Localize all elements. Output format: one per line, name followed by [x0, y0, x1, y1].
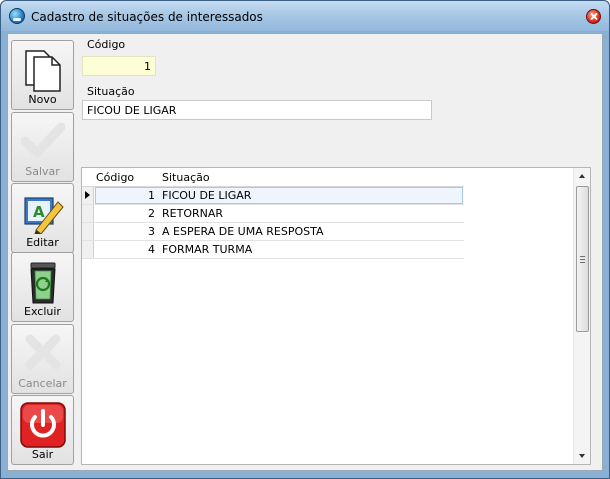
scroll-up-arrow-icon[interactable] — [574, 168, 591, 185]
app-globe-icon — [9, 8, 25, 24]
power-icon — [19, 402, 66, 448]
scrollbar-thumb[interactable] — [576, 186, 589, 332]
table-row[interactable]: 2 RETORNAR — [82, 205, 464, 223]
situacao-label: Situação — [87, 85, 135, 98]
table-row[interactable]: 4 FORMAR TURMA — [82, 241, 464, 259]
close-icon[interactable] — [586, 9, 601, 24]
situacoes-grid[interactable]: Código Situação 1 FICOU DE LIGAR 2 RETOR… — [81, 167, 591, 465]
grid-header: Código Situação — [82, 168, 464, 187]
codigo-field[interactable]: 1 — [82, 56, 156, 76]
scroll-down-arrow-icon[interactable] — [574, 447, 591, 464]
client-area: Novo Salvar A Editar Excluir Cancelar Sa… — [7, 33, 603, 471]
recycle-bin-icon — [29, 262, 56, 304]
salvar-label: Salvar — [25, 165, 60, 178]
novo-button[interactable]: Novo — [11, 40, 74, 110]
new-document-icon — [24, 50, 61, 92]
window-title: Cadastro de situações de interessados — [31, 10, 263, 24]
sair-button[interactable]: Sair — [11, 395, 74, 465]
cancelar-label: Cancelar — [18, 377, 67, 390]
row-codigo: 4 — [148, 243, 155, 256]
row-situacao: FICOU DE LIGAR — [162, 189, 252, 202]
svg-text:A: A — [33, 203, 45, 221]
cancel-x-icon — [25, 334, 60, 370]
edit-pencil-icon: A — [23, 197, 64, 234]
table-row[interactable]: 3 A ESPERA DE UMA RESPOSTA — [82, 223, 464, 241]
row-codigo: 3 — [148, 225, 155, 238]
main-window: Cadastro de situações de interessados No… — [0, 0, 610, 479]
row-indicator-arrow-icon — [82, 187, 94, 204]
row-situacao: FORMAR TURMA — [162, 243, 253, 256]
checkmark-icon — [20, 122, 65, 158]
situacao-field[interactable]: FICOU DE LIGAR — [82, 100, 432, 120]
sair-label: Sair — [31, 448, 54, 461]
salvar-button[interactable]: Salvar — [11, 112, 74, 182]
grip-line — [580, 262, 585, 263]
editar-button[interactable]: A Editar — [11, 183, 74, 253]
title-bar[interactable]: Cadastro de situações de interessados — [1, 1, 609, 31]
codigo-label: Código — [87, 38, 126, 51]
novo-label: Novo — [28, 93, 57, 106]
grip-line — [580, 256, 585, 257]
row-situacao: A ESPERA DE UMA RESPOSTA — [162, 225, 324, 238]
excluir-button[interactable]: Excluir — [11, 252, 74, 322]
row-situacao: RETORNAR — [162, 207, 224, 220]
excluir-label: Excluir — [24, 305, 61, 318]
row-indicator — [82, 223, 94, 240]
row-indicator — [82, 241, 94, 258]
column-header-situacao[interactable]: Situação — [162, 171, 210, 184]
row-codigo: 1 — [148, 189, 155, 202]
row-codigo: 2 — [148, 207, 155, 220]
grip-line — [580, 259, 585, 260]
editar-label: Editar — [26, 236, 59, 249]
row-indicator — [82, 205, 94, 222]
table-row[interactable]: 1 FICOU DE LIGAR — [82, 187, 464, 205]
column-header-codigo[interactable]: Código — [96, 171, 134, 184]
cancelar-button[interactable]: Cancelar — [11, 324, 74, 394]
vertical-scrollbar[interactable] — [573, 168, 590, 464]
